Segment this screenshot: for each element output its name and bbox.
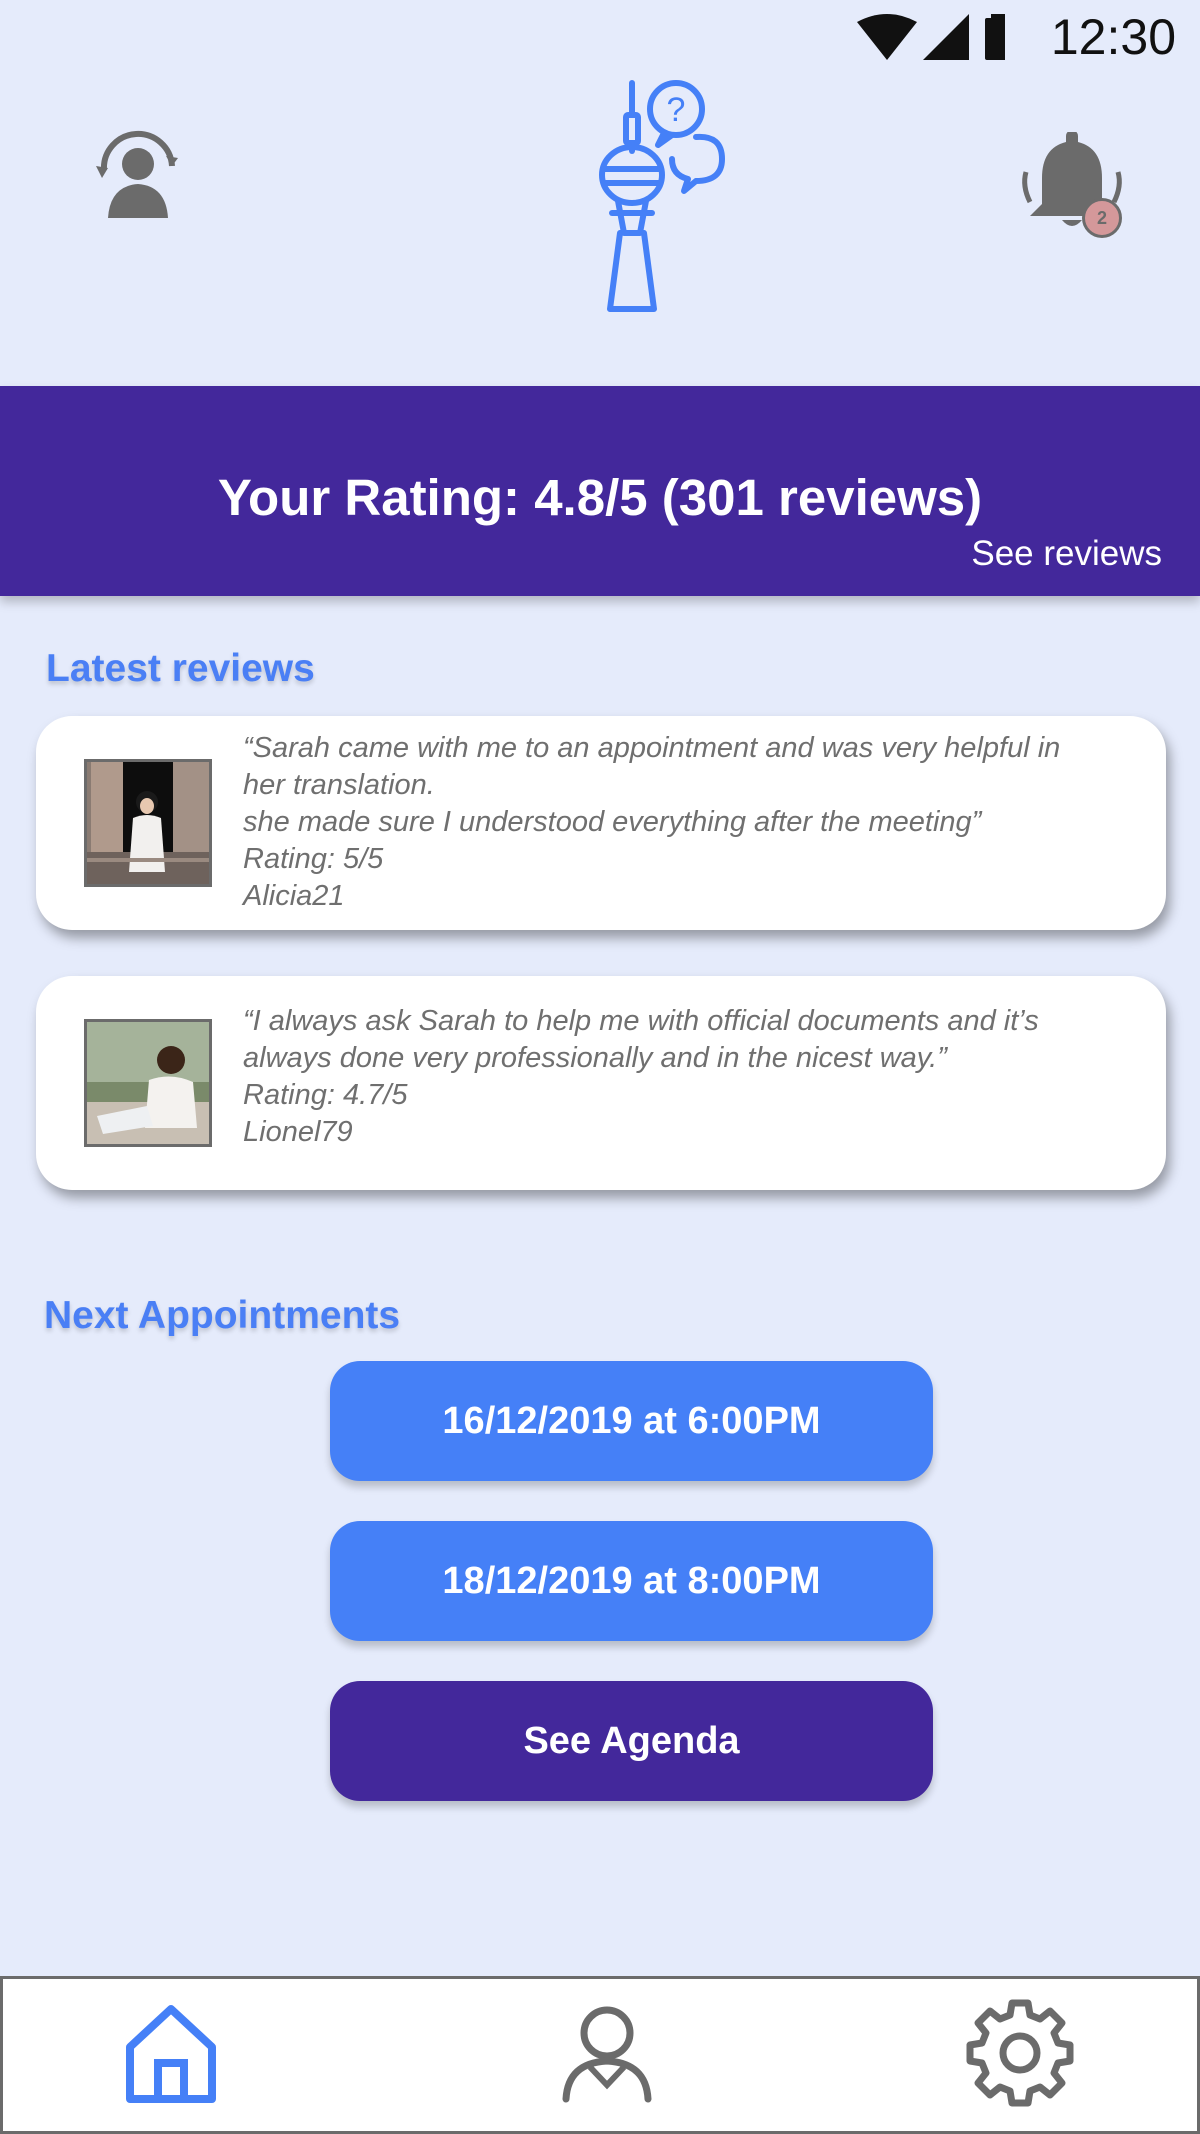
top-bar: ? 2 xyxy=(0,76,1200,386)
nav-settings[interactable] xyxy=(964,1997,1076,2114)
status-bar: 12:30 xyxy=(0,0,1200,76)
rating-banner: Your Rating: 4.8/5 (301 reviews) See rev… xyxy=(0,386,1200,596)
profile-icon xyxy=(562,2006,652,2103)
rating-summary: Your Rating: 4.8/5 (301 reviews) xyxy=(217,469,983,526)
review-quote-line: always done very professionally and in t… xyxy=(243,1042,947,1074)
review-quote-line: her translation. xyxy=(243,769,435,801)
review-rating: Rating: 5/5 xyxy=(243,843,384,875)
review-quote-line: “I always ask Sarah to help me with offi… xyxy=(243,1005,1039,1037)
appointment-button[interactable]: 16/12/2019 at 6:00PM xyxy=(330,1361,933,1481)
reviewer-avatar xyxy=(84,759,212,887)
svg-text:?: ? xyxy=(667,91,686,129)
bottom-nav xyxy=(0,1976,1200,2134)
home-icon xyxy=(126,2005,216,2103)
settings-gear-icon xyxy=(966,1999,1074,2107)
battery-icon xyxy=(985,14,1011,60)
review-author: Alicia21 xyxy=(243,880,345,912)
review-card[interactable]: “Sarah came with me to an appointment an… xyxy=(36,716,1166,930)
next-appointments-heading: Next Appointments xyxy=(44,1294,401,1337)
notification-badge: 2 xyxy=(1082,198,1122,238)
status-icons xyxy=(855,10,1011,67)
review-author: Lionel79 xyxy=(243,1116,353,1148)
tower-question-logo: ? xyxy=(592,79,732,319)
review-rating: Rating: 4.7/5 xyxy=(243,1079,408,1111)
review-text: “Sarah came with me to an appointment an… xyxy=(243,730,1126,915)
nav-profile[interactable] xyxy=(560,2005,654,2108)
review-card[interactable]: “I always ask Sarah to help me with offi… xyxy=(36,976,1166,1190)
user-switch-icon[interactable] xyxy=(92,126,184,227)
notification-bell-button[interactable]: 2 xyxy=(1018,130,1128,247)
signal-icon xyxy=(923,14,969,60)
see-agenda-button[interactable]: See Agenda xyxy=(330,1681,933,1801)
review-quote-line: “Sarah came with me to an appointment an… xyxy=(243,732,1061,764)
review-quote-line: she made sure I understood everything af… xyxy=(243,806,982,838)
nav-home[interactable] xyxy=(124,2003,218,2110)
wifi-icon xyxy=(857,14,917,60)
status-time: 12:30 xyxy=(1050,9,1176,65)
appointment-button[interactable]: 18/12/2019 at 8:00PM xyxy=(330,1521,933,1641)
see-reviews-link[interactable]: See reviews xyxy=(971,534,1162,574)
reviewer-avatar xyxy=(84,1019,212,1147)
latest-reviews-heading: Latest reviews xyxy=(46,647,315,690)
review-text: “I always ask Sarah to help me with offi… xyxy=(243,1003,1126,1151)
